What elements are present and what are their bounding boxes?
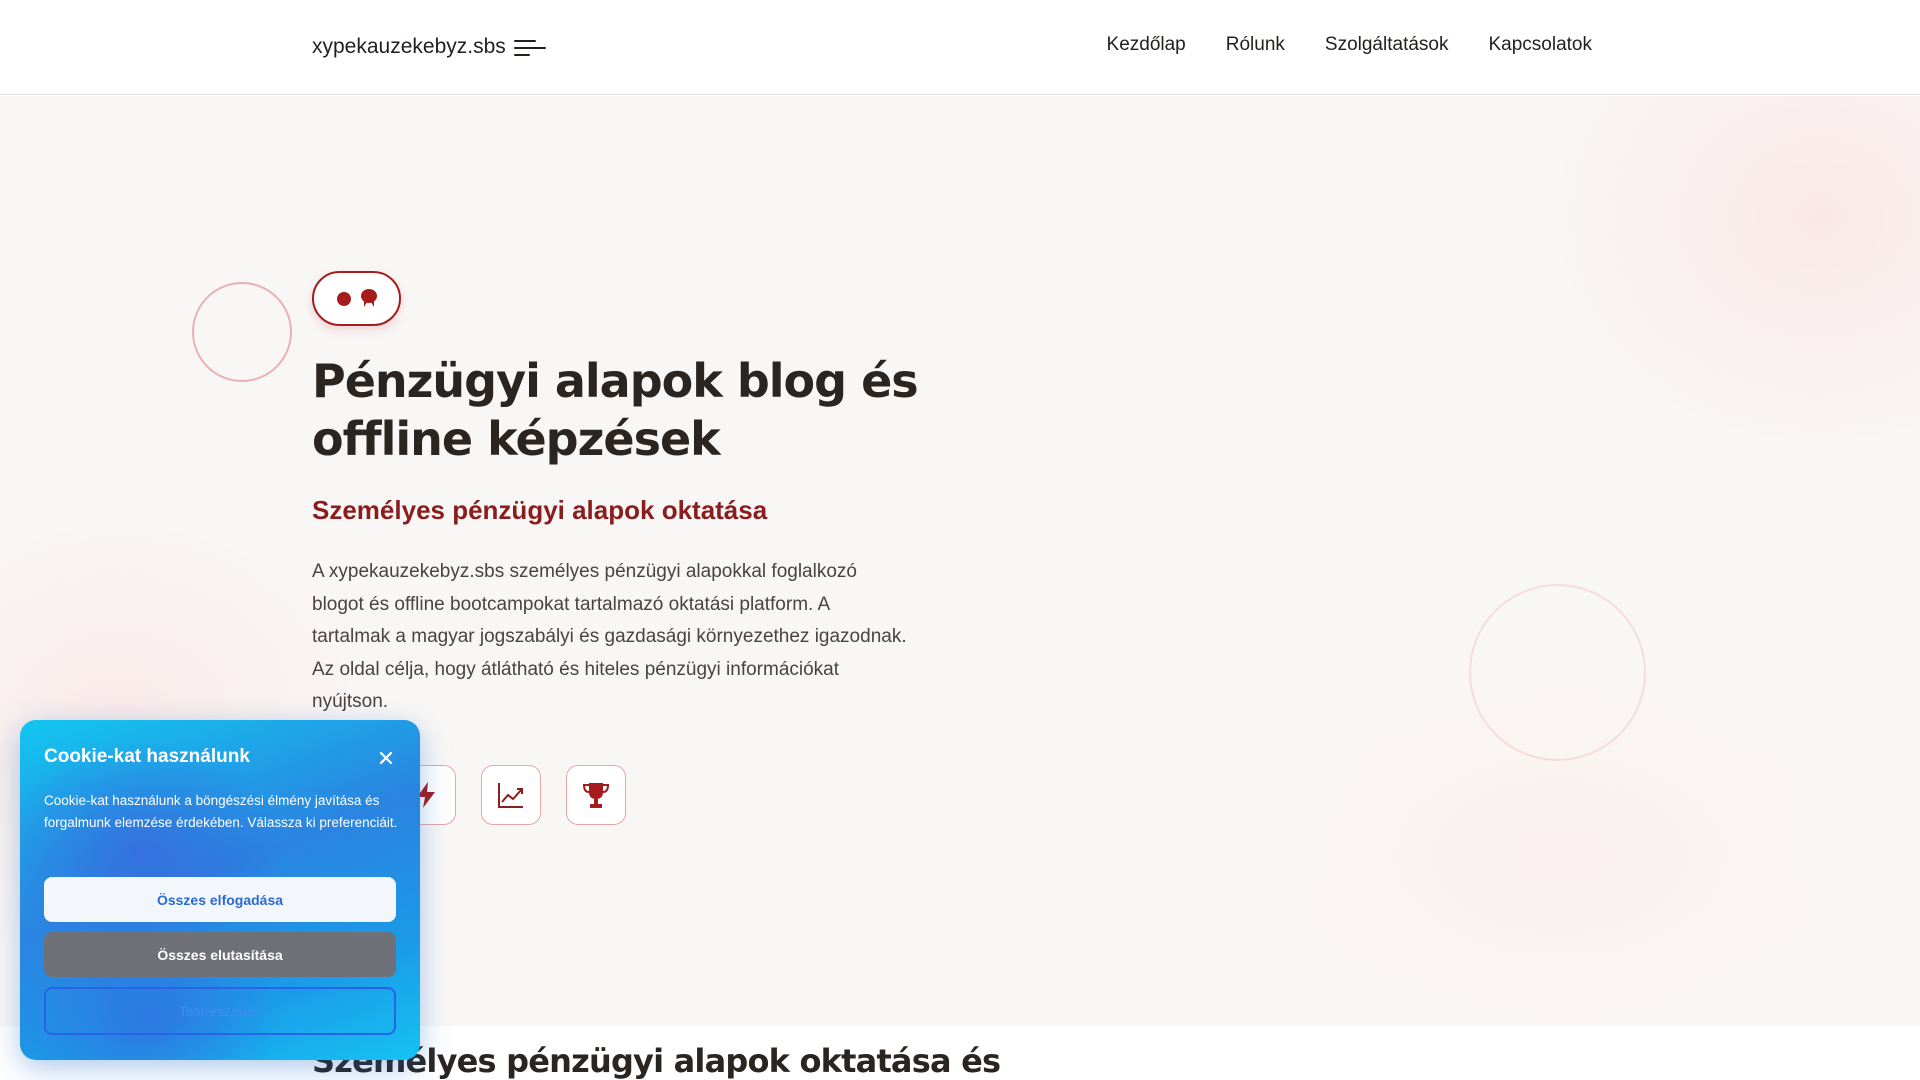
award-icon — [360, 288, 377, 309]
page-title: Pénzügyi alapok blog és offline képzések — [312, 354, 919, 466]
close-icon[interactable] — [376, 748, 396, 768]
logo-text: xypekauzekebyz.sbs — [312, 35, 506, 58]
chart-line-icon — [481, 765, 541, 825]
site-header: xypekauzekebyz.sbs Kezdőlap Rólunk Szolg… — [0, 0, 1920, 95]
accept-all-button[interactable]: Összes elfogadása — [44, 877, 396, 922]
decorative-circle — [1469, 584, 1646, 761]
main-nav: Kezdőlap Rólunk Szolgáltatások Kapcsolat… — [1107, 34, 1592, 56]
nav-link-kapcsolatok[interactable]: Kapcsolatok — [1488, 34, 1592, 56]
site-logo[interactable]: xypekauzekebyz.sbs — [312, 33, 546, 61]
hero-subtitle: Személyes pénzügyi alapok oktatása — [312, 495, 768, 525]
hero-description: A xypekauzekebyz.sbs személyes pénzügyi … — [312, 561, 907, 712]
cookie-text: Cookie-kat használunk a böngészési élmén… — [44, 793, 398, 830]
decorative-circle — [192, 282, 292, 382]
feature-icons — [396, 765, 626, 825]
cookie-title: Cookie-kat használunk — [44, 746, 250, 767]
customize-button[interactable]: Testreszabás — [44, 987, 396, 1035]
trophy-icon — [566, 765, 626, 825]
reject-all-button[interactable]: Összes elutasítása — [44, 932, 396, 977]
nav-link-szolgaltatasok[interactable]: Szolgáltatások — [1325, 34, 1449, 56]
cookie-banner: Cookie-kat használunk Cookie-kat használ… — [20, 720, 420, 1060]
nav-link-kezdolap[interactable]: Kezdőlap — [1107, 34, 1186, 56]
hero-badge — [312, 271, 401, 326]
dot-icon — [336, 291, 351, 306]
nav-link-rolunk[interactable]: Rólunk — [1226, 34, 1285, 56]
menu-lines-icon — [513, 37, 546, 57]
